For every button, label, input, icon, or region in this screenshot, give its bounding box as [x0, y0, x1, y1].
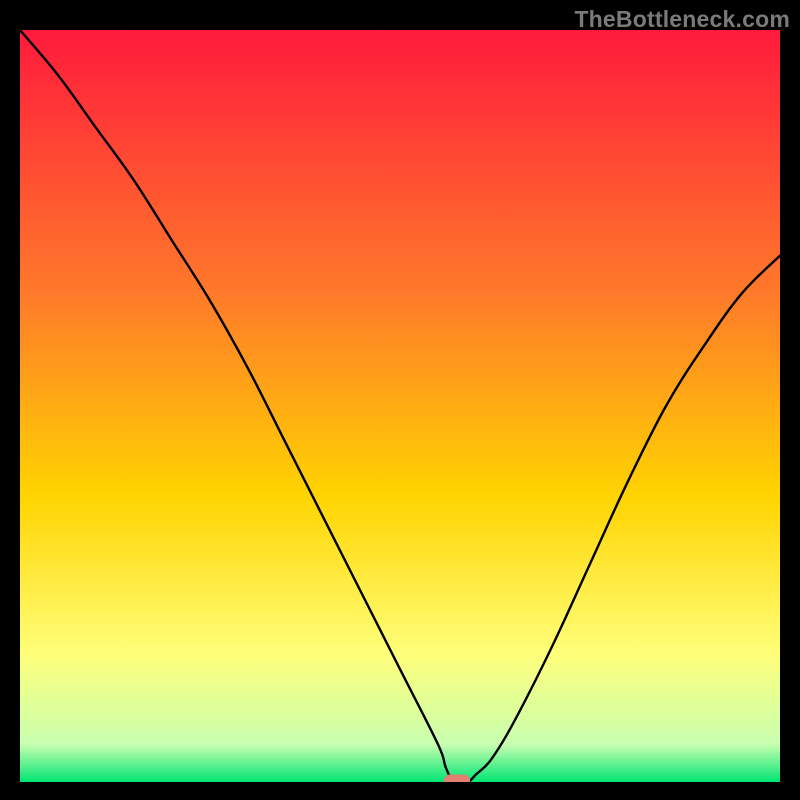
bottleneck-chart [20, 30, 780, 782]
plot-area [20, 30, 780, 782]
watermark-text: TheBottleneck.com [574, 6, 790, 33]
optimal-marker [444, 775, 470, 783]
chart-frame: TheBottleneck.com [0, 0, 800, 800]
